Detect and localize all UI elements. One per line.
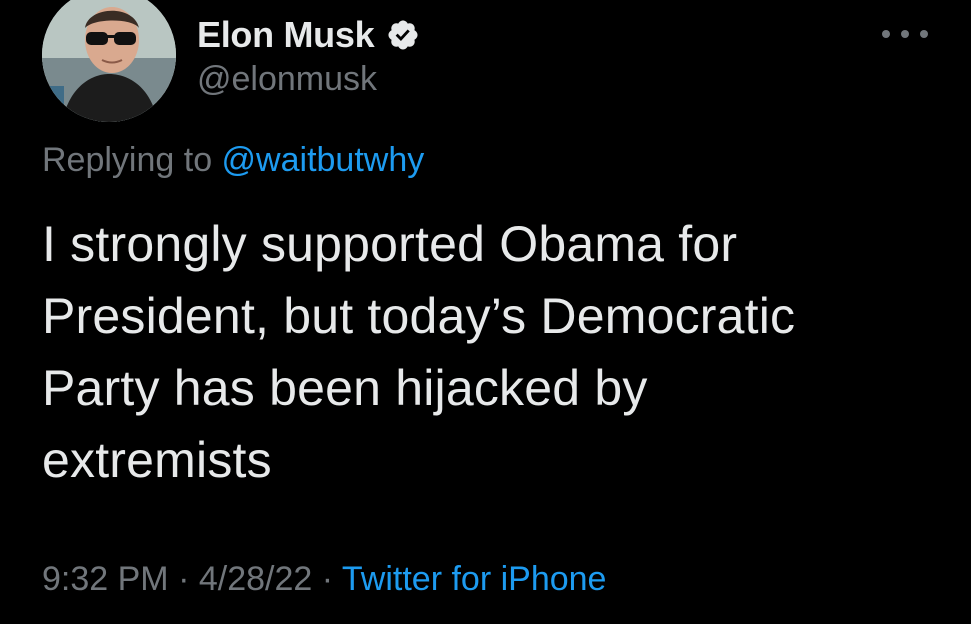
tweet-text: I strongly supported Obama for President…	[42, 216, 796, 488]
replying-to: Replying to @waitbutwhy	[42, 141, 424, 180]
avatar[interactable]	[42, 0, 176, 122]
tweet-time[interactable]: 9:32 PM	[42, 560, 169, 598]
more-options-icon	[882, 30, 890, 38]
meta-separator: ·	[312, 560, 342, 598]
reply-mention-link[interactable]: @waitbutwhy	[222, 141, 425, 179]
avatar-photo-icon	[42, 0, 176, 122]
replying-to-label: Replying to	[42, 141, 222, 179]
tweet-meta: 9:32 PM · 4/28/22 · Twitter for iPhone	[42, 560, 606, 599]
more-options-icon	[901, 30, 909, 38]
tweet-card: Elon Musk @elonmusk Replying to @waitbut…	[0, 0, 971, 624]
author-handle[interactable]: @elonmusk	[197, 60, 377, 99]
tweet-source-link[interactable]: Twitter for iPhone	[342, 560, 607, 598]
more-options-icon	[920, 30, 928, 38]
more-options-button[interactable]	[882, 22, 928, 46]
tweet-date[interactable]: 4/28/22	[199, 560, 312, 598]
author-name-row: Elon Musk	[197, 12, 420, 58]
author-display-name[interactable]: Elon Musk	[197, 14, 375, 56]
meta-separator: ·	[168, 560, 199, 598]
verified-badge-icon	[386, 18, 420, 52]
